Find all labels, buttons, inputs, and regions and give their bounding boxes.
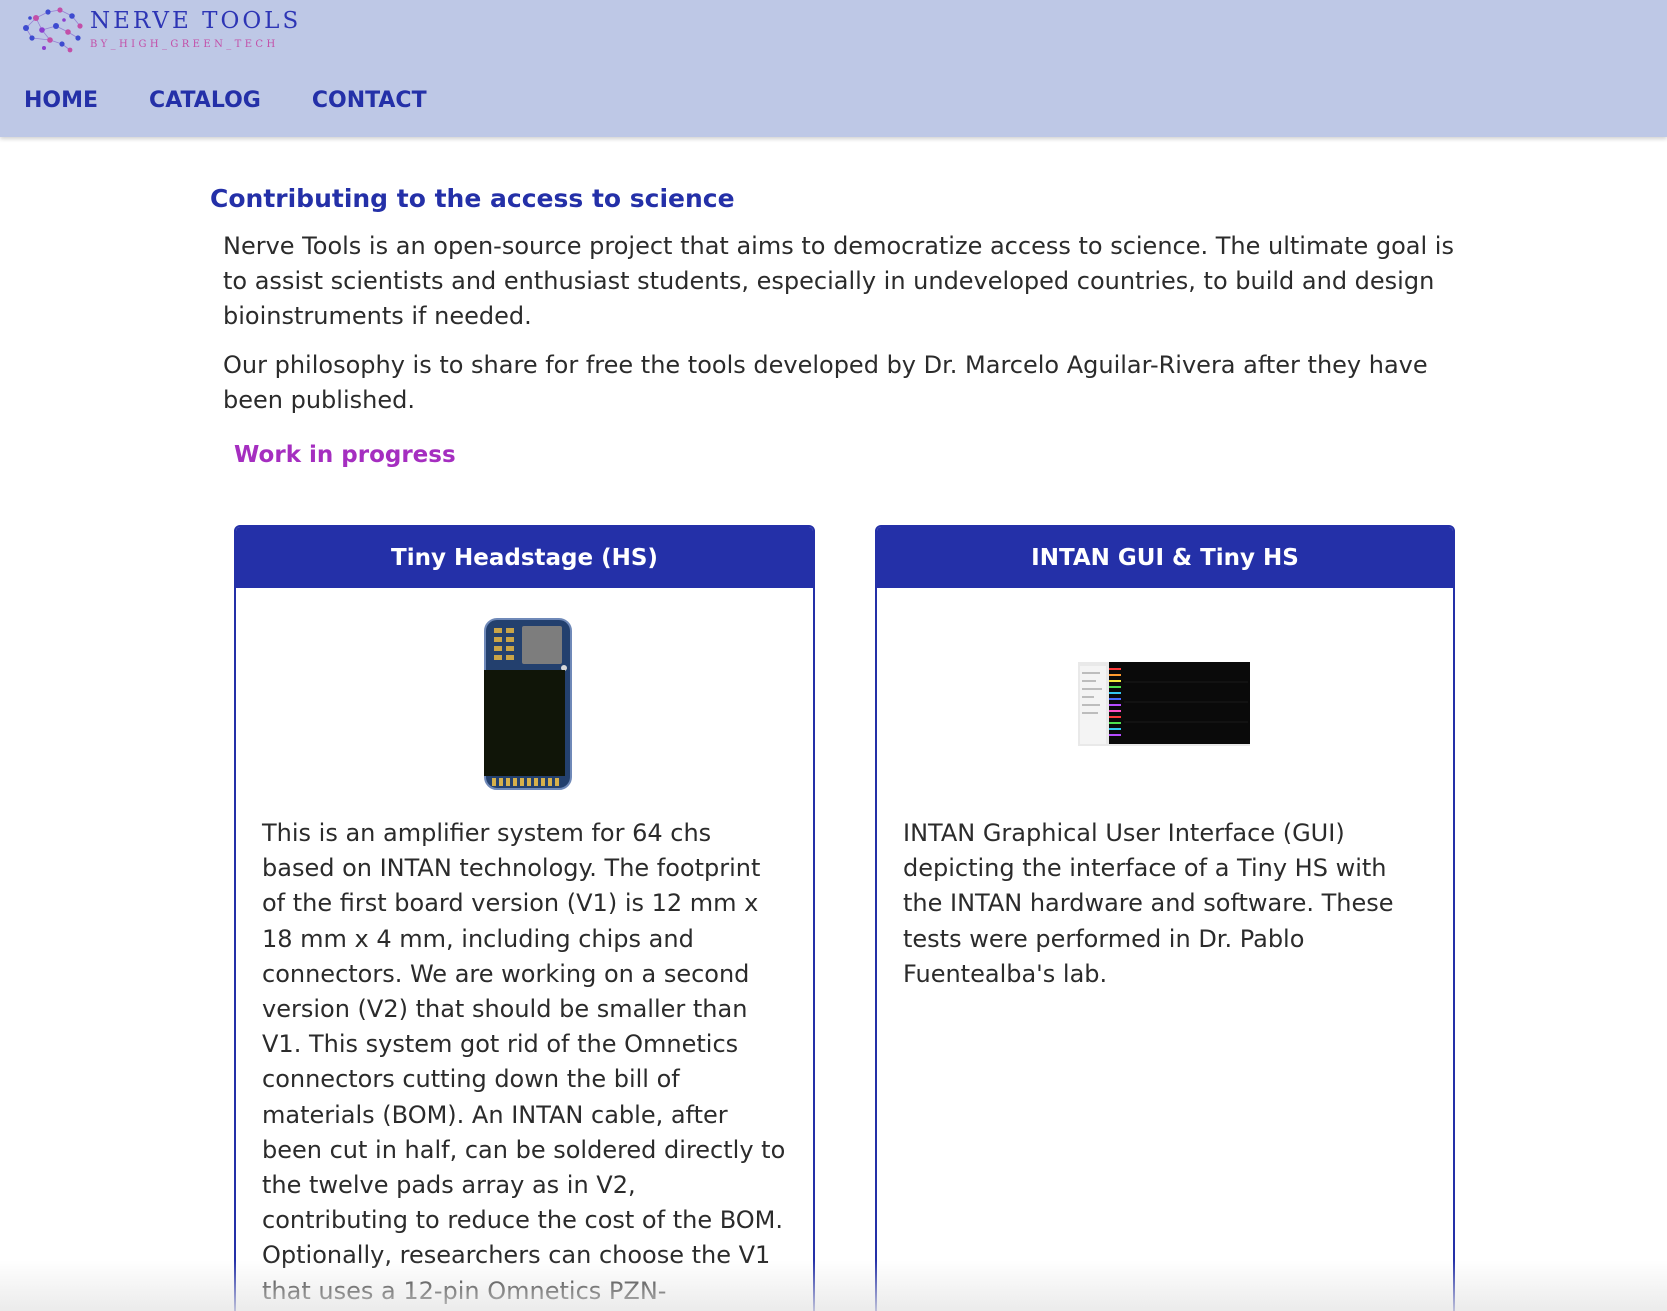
site-header: NERVE TOOLS BY_HIGH_GREEN_TECH HOME CATA… <box>0 0 1667 137</box>
card-title[interactable]: INTAN GUI & Tiny HS <box>877 527 1453 588</box>
nav-home-link[interactable]: HOME <box>24 86 98 116</box>
page: NERVE TOOLS BY_HIGH_GREEN_TECH HOME CATA… <box>0 0 1667 1311</box>
work-in-progress-label: Work in progress <box>234 442 456 468</box>
card-intan-gui: INTAN GUI & Tiny HS INTAN Graphical User… <box>875 525 1455 1311</box>
intan-gui-screenshot-image[interactable] <box>1078 662 1250 746</box>
brain-network-logo-icon <box>23 7 83 53</box>
nav-catalog-link[interactable]: CATALOG <box>149 86 261 116</box>
nav-contact-link[interactable]: CONTACT <box>312 86 427 116</box>
main-nav: HOME CATALOG CONTACT <box>24 86 478 116</box>
brand-name: NERVE TOOLS <box>90 8 302 34</box>
card-tiny-headstage: Tiny Headstage (HS) This is an amplifier… <box>234 525 815 1311</box>
card-description: This is an amplifier system for 64 chs b… <box>262 819 786 1305</box>
headstage-board-image[interactable] <box>484 618 572 790</box>
intro-paragraph: Nerve Tools is an open-source project th… <box>223 232 1454 330</box>
intro-heading: Contributing to the access to science <box>210 184 735 213</box>
card-description: INTAN Graphical User Interface (GUI) dep… <box>903 819 1394 988</box>
card-title[interactable]: Tiny Headstage (HS) <box>236 527 813 588</box>
philosophy-paragraph: Our philosophy is to share for free the … <box>223 351 1428 414</box>
site-logo[interactable]: NERVE TOOLS BY_HIGH_GREEN_TECH <box>20 4 310 56</box>
brand-tagline: BY_HIGH_GREEN_TECH <box>90 39 279 50</box>
